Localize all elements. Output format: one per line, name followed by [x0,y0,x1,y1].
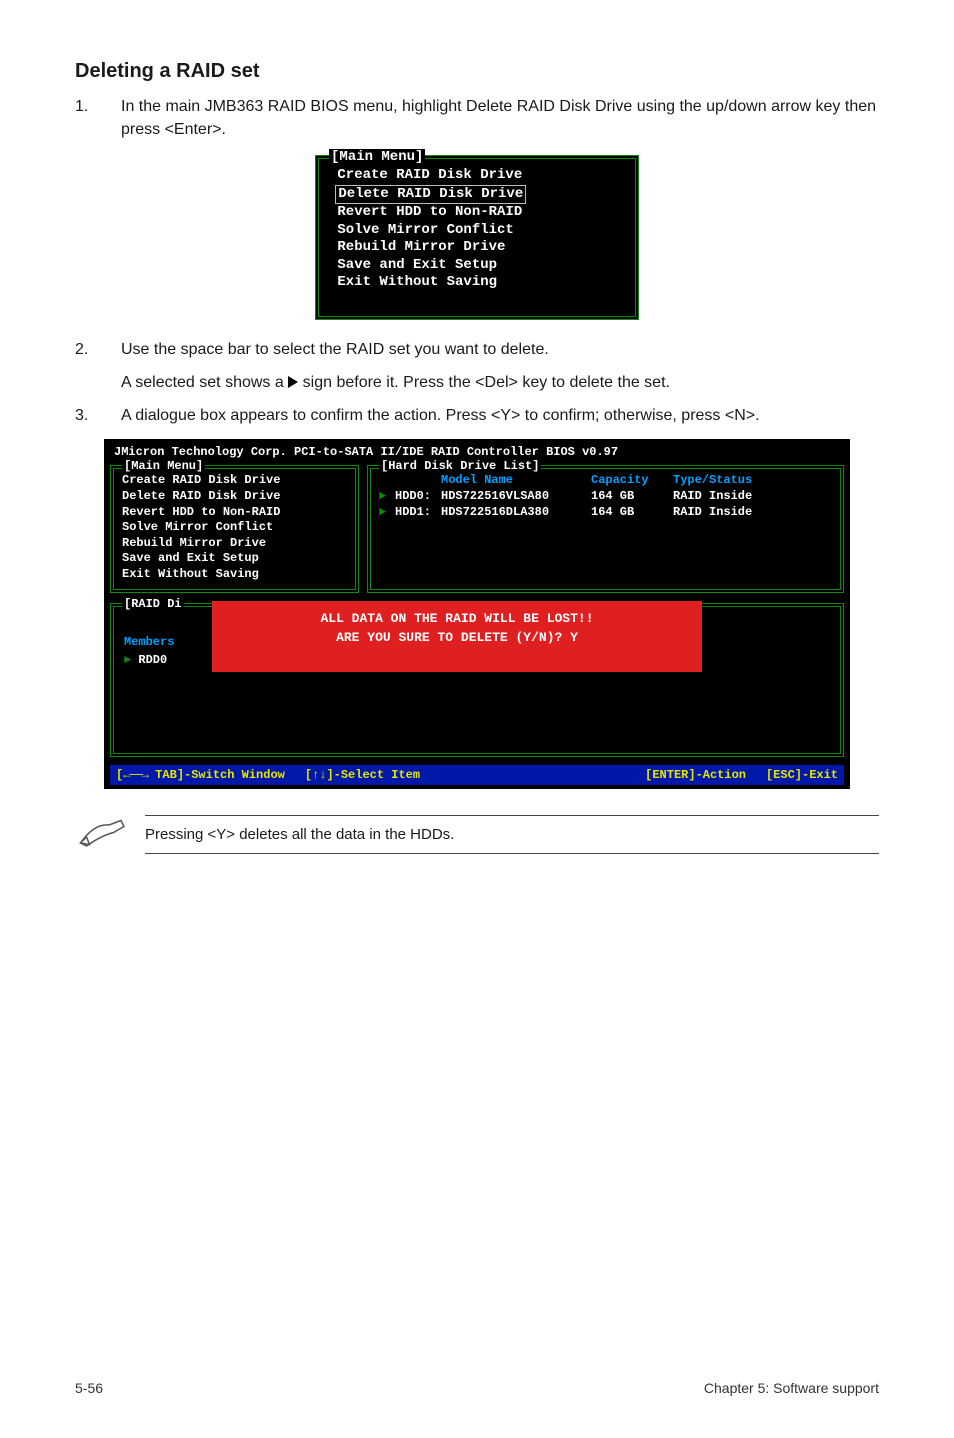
hdl-row: ► HDD1: HDS722516DLA380 164 GB RAID Insi… [379,505,832,521]
hdl-model: HDS722516DLA380 [441,505,591,521]
step-2-sub: A selected set shows a sign before it. P… [121,371,879,394]
footer-page-number: 5-56 [75,1380,103,1396]
key-select-item: [↑↓]-Select Item [305,768,420,782]
triangle-icon: ► [379,505,395,521]
raid-disk-legend: [RAID Di [122,597,184,611]
section-heading: Deleting a RAID set [75,60,879,83]
step-1-number: 1. [75,95,93,141]
menu-item: Create RAID Disk Drive [329,167,625,185]
main-menu-legend: [Main Menu] [329,149,425,165]
triangle-icon: ► [379,489,395,505]
menu-item: Solve Mirror Conflict [329,222,625,240]
confirm-line-1: ALL DATA ON THE RAID WILL BE LOST!! [222,609,692,629]
triangle-icon: ► [124,653,131,667]
footer-chapter: Chapter 5: Software support [704,1380,879,1396]
confirm-line-2: ARE YOU SURE TO DELETE (Y/N)? Y [222,628,692,648]
note-text: Pressing <Y> deletes all the data in the… [145,815,879,854]
hdl-header-capacity: Capacity [591,473,673,489]
step-2-text: Use the space bar to select the RAID set… [121,338,879,361]
hdl-header-row: Model Name Capacity Type/Status [379,473,832,489]
hdl-model: HDS722516VLSA80 [441,489,591,505]
note-box: Pressing <Y> deletes all the data in the… [75,815,879,854]
step-3: 3. A dialogue box appears to confirm the… [75,404,879,427]
confirm-delete-dialog: ALL DATA ON THE RAID WILL BE LOST!! ARE … [212,601,702,672]
hdl-capacity: 164 GB [591,489,673,505]
step-1: 1. In the main JMB363 RAID BIOS menu, hi… [75,95,879,141]
hdl-capacity: 164 GB [591,505,673,521]
menu-item: Rebuild Mirror Drive [329,239,625,257]
bios-menu-item: Create RAID Disk Drive [122,473,347,489]
key-help-bar: [←──→ TAB]-Switch Window [↑↓]-Select Ite… [110,765,844,785]
main-menu-terminal: [Main Menu] Create RAID Disk Drive Delet… [315,155,639,320]
hdl-row: ► HDD0: HDS722516VLSA80 164 GB RAID Insi… [379,489,832,505]
step-1-text: In the main JMB363 RAID BIOS menu, highl… [121,95,879,141]
bios-screen: JMicron Technology Corp. PCI-to-SATA II/… [104,439,850,788]
hdl-slot: HDD0: [395,489,441,505]
step-3-number: 3. [75,404,93,427]
key-esc-exit: [ESC]-Exit [766,768,838,782]
key-enter-action: [ENTER]-Action [645,768,746,782]
raid-disk-panel: [RAID Di Members ► RDD0 ALL DATA ON THE … [110,603,844,757]
bios-main-menu-panel: [Main Menu] Create RAID Disk Drive Delet… [110,465,359,592]
bios-menu-item: Solve Mirror Conflict [122,520,347,536]
hdl-type: RAID Inside [673,505,832,521]
bios-menu-item: Delete RAID Disk Drive [122,489,347,505]
page-footer: 5-56 Chapter 5: Software support [75,1380,879,1396]
hard-disk-list-legend: [Hard Disk Drive List] [379,459,541,473]
menu-item: Exit Without Saving [329,274,625,292]
bios-menu-item: Rebuild Mirror Drive [122,536,347,552]
hard-disk-list-panel: [Hard Disk Drive List] Model Name Capaci… [367,465,844,592]
note-pencil-icon [75,815,131,854]
bios-menu-item: Revert HDD to Non-RAID [122,505,347,521]
menu-item-selected: Delete RAID Disk Drive [329,185,625,205]
bios-menu-item: Exit Without Saving [122,567,347,583]
hdl-header-type: Type/Status [673,473,832,489]
bios-main-menu-legend: [Main Menu] [122,459,205,473]
hdl-type: RAID Inside [673,489,832,505]
bios-menu-item: Save and Exit Setup [122,551,347,567]
hdl-slot: HDD1: [395,505,441,521]
hdl-header-model: Model Name [441,473,591,489]
step-3-text: A dialogue box appears to confirm the ac… [121,404,879,427]
key-switch-window: [←──→ TAB]-Switch Window [116,768,285,782]
menu-item: Save and Exit Setup [329,257,625,275]
step-2: 2. Use the space bar to select the RAID … [75,338,879,361]
step-2-number: 2. [75,338,93,361]
triangle-icon [288,376,298,388]
menu-item: Revert HDD to Non-RAID [329,204,625,222]
